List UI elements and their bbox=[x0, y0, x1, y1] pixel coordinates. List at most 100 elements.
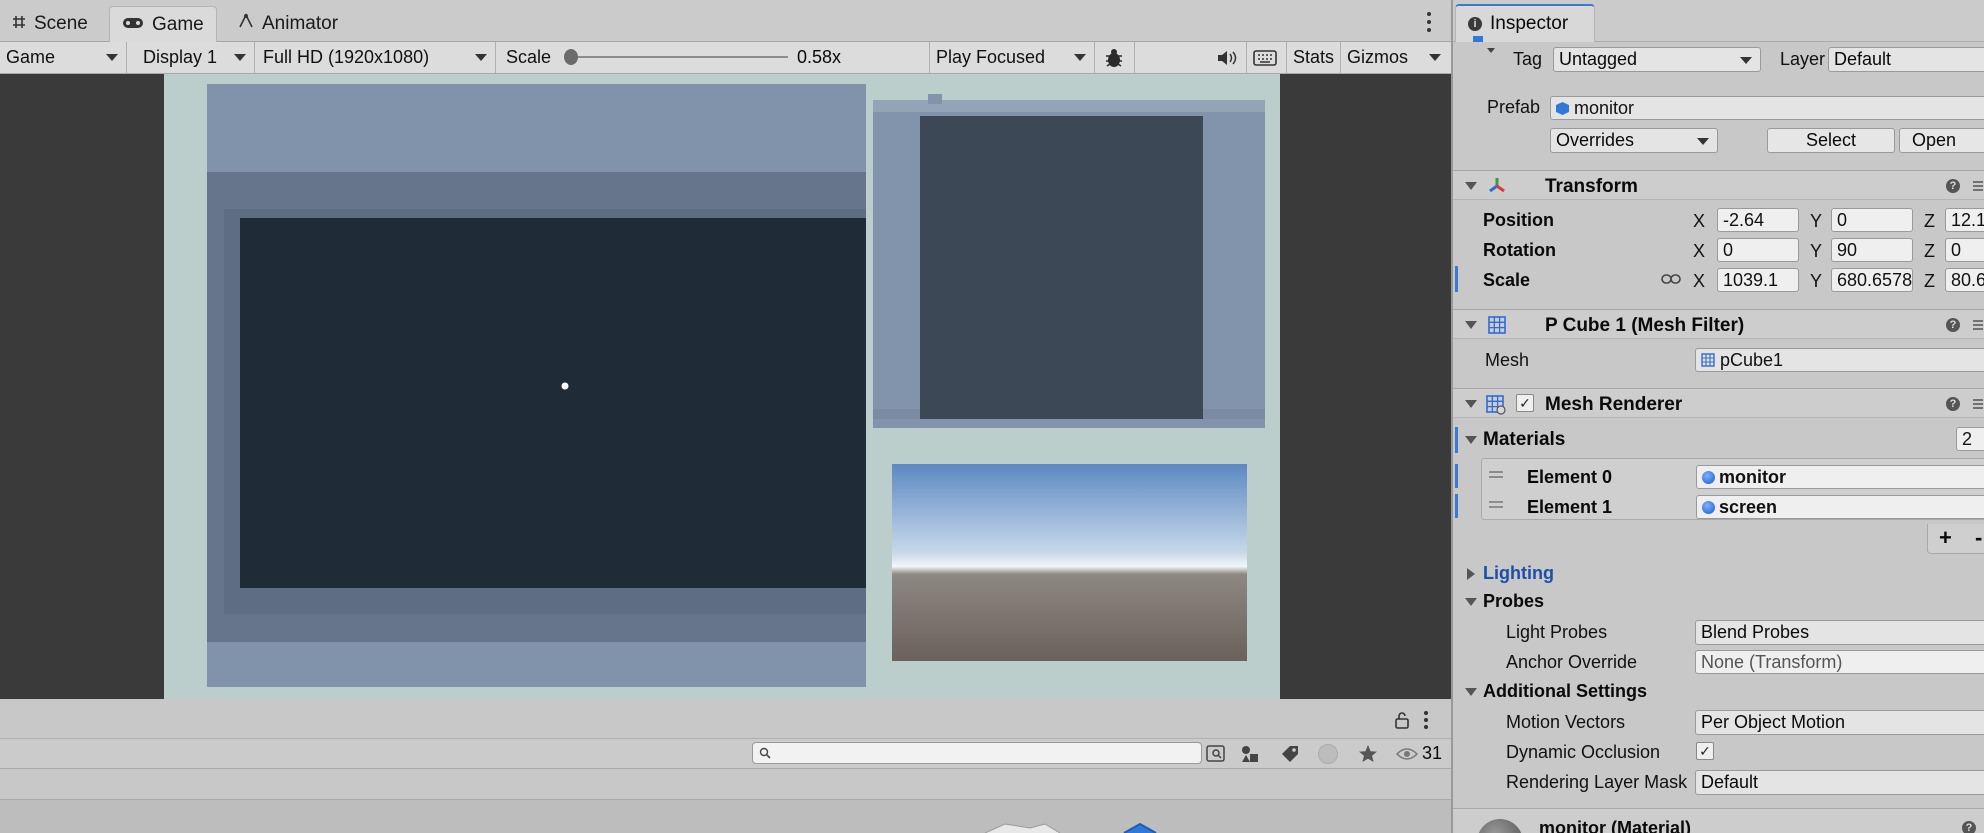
tag-dropdown[interactable]: Untagged bbox=[1553, 47, 1761, 72]
dynamic-occlusion-checkbox[interactable]: ✓ bbox=[1696, 742, 1714, 760]
resolution-dropdown[interactable]: Full HD (1920x1080) bbox=[255, 42, 496, 73]
anchor-override-field[interactable]: None (Transform) bbox=[1695, 650, 1984, 674]
filter-log-icon[interactable] bbox=[1318, 744, 1338, 764]
mesh-filter-title: P Cube 1 (Mesh Filter) bbox=[1545, 315, 1745, 336]
mesh-renderer-enabled-checkbox[interactable]: ✓ bbox=[1516, 394, 1534, 412]
preset-icon[interactable] bbox=[1971, 397, 1984, 411]
materials-count-field[interactable]: 2 bbox=[1956, 427, 1984, 451]
scale-slider-thumb[interactable] bbox=[564, 49, 578, 65]
light-probes-label: Light Probes bbox=[1506, 622, 1608, 642]
material-preview-header[interactable]: monitor (Material) ? bbox=[1453, 808, 1984, 833]
mesh-filter-header[interactable]: P Cube 1 (Mesh Filter) ? bbox=[1453, 309, 1984, 339]
axis-x-label[interactable]: X bbox=[1693, 211, 1705, 232]
axis-y-label[interactable]: Y bbox=[1810, 211, 1822, 232]
light-probes-dropdown[interactable]: Blend Probes bbox=[1695, 620, 1984, 645]
info-icon: i bbox=[1468, 17, 1482, 31]
probes-foldout[interactable]: Probes bbox=[1483, 591, 1544, 612]
axis-y-label[interactable]: Y bbox=[1810, 271, 1822, 292]
project-search-input[interactable] bbox=[752, 742, 1202, 764]
project-breadcrumb-row bbox=[0, 770, 1451, 800]
transform-axes-icon bbox=[1489, 178, 1505, 193]
fold-arrow-icon[interactable] bbox=[1465, 400, 1477, 408]
play-mode-dropdown[interactable]: Play Focused bbox=[930, 42, 1095, 73]
tab-scene[interactable]: Scene bbox=[0, 6, 100, 42]
mesh-field[interactable]: pCube1 bbox=[1695, 348, 1984, 372]
rotation-z-field[interactable]: 0 bbox=[1945, 238, 1984, 262]
bug-icon[interactable] bbox=[1095, 42, 1135, 73]
help-icon[interactable]: ? bbox=[1946, 318, 1960, 332]
audio-mute-icon[interactable] bbox=[1210, 42, 1247, 73]
link-icon[interactable] bbox=[1661, 272, 1681, 286]
fold-arrow-icon[interactable] bbox=[1465, 688, 1477, 696]
layer-dropdown[interactable]: Default bbox=[1828, 47, 1984, 72]
filter-by-label-icon[interactable] bbox=[1280, 744, 1300, 764]
fold-arrow-icon[interactable] bbox=[1465, 321, 1477, 329]
preset-icon[interactable] bbox=[1971, 318, 1984, 332]
fold-arrow-icon[interactable] bbox=[1465, 182, 1477, 190]
filter-by-type-icon[interactable] bbox=[1240, 744, 1260, 764]
help-icon[interactable]: ? bbox=[1946, 397, 1960, 411]
help-icon[interactable]: ? bbox=[1946, 179, 1960, 193]
scale-z-field[interactable]: 80.6 bbox=[1945, 268, 1984, 292]
modified-indicator bbox=[1455, 494, 1458, 518]
game-render-canvas[interactable] bbox=[164, 74, 1280, 699]
preset-icon[interactable] bbox=[1971, 179, 1984, 193]
transform-title: Transform bbox=[1545, 176, 1638, 197]
position-y-field[interactable]: 0 bbox=[1831, 208, 1913, 232]
overrides-dropdown[interactable]: Overrides bbox=[1550, 128, 1718, 153]
element-1-field[interactable]: screen bbox=[1696, 495, 1984, 519]
axis-z-label[interactable]: Z bbox=[1924, 271, 1935, 292]
axis-z-label[interactable]: Z bbox=[1924, 241, 1935, 262]
materials-label[interactable]: Materials bbox=[1483, 429, 1565, 451]
kebab-menu-icon[interactable] bbox=[1427, 12, 1433, 32]
lock-icon[interactable] bbox=[1394, 711, 1410, 729]
kebab-menu-icon[interactable] bbox=[1424, 711, 1430, 729]
scale-label: Scale bbox=[1483, 270, 1531, 290]
scale-y-field[interactable]: 680.6578 bbox=[1831, 268, 1913, 292]
mesh-label: Mesh bbox=[1485, 350, 1530, 370]
select-button[interactable]: Select bbox=[1767, 128, 1895, 153]
view-mode-dropdown[interactable]: Game bbox=[0, 42, 127, 73]
fold-arrow-icon[interactable] bbox=[1467, 568, 1475, 580]
additional-settings-foldout[interactable]: Additional Settings bbox=[1483, 681, 1647, 702]
fold-arrow-icon[interactable] bbox=[1465, 598, 1477, 606]
prefab-asset-field[interactable]: monitor bbox=[1550, 96, 1984, 120]
help-icon[interactable]: ? bbox=[1962, 821, 1976, 833]
axis-x-label[interactable]: X bbox=[1693, 241, 1705, 262]
rotation-x-field[interactable]: 0 bbox=[1717, 238, 1799, 262]
drag-handle-icon[interactable] bbox=[1489, 470, 1503, 480]
scale-slider-track[interactable] bbox=[566, 56, 788, 58]
motion-vectors-dropdown[interactable]: Per Object Motion bbox=[1695, 710, 1984, 735]
add-element-button[interactable]: + bbox=[1939, 525, 1952, 551]
position-z-field[interactable]: 12.16 bbox=[1945, 208, 1984, 232]
drag-handle-icon[interactable] bbox=[1489, 500, 1503, 510]
search-in-scene-icon[interactable] bbox=[1205, 743, 1227, 765]
element-0-field[interactable]: monitor bbox=[1696, 465, 1984, 489]
stats-button[interactable]: Stats bbox=[1287, 42, 1341, 73]
axis-y-label[interactable]: Y bbox=[1810, 241, 1822, 262]
favorite-star-icon[interactable] bbox=[1357, 743, 1379, 765]
display-dropdown[interactable]: Display 1 bbox=[127, 42, 255, 73]
fold-arrow-icon[interactable] bbox=[1465, 436, 1477, 444]
mesh-renderer-header[interactable]: ✓ Mesh Renderer ? bbox=[1453, 388, 1984, 418]
axis-z-label[interactable]: Z bbox=[1924, 211, 1935, 232]
prefab-cube-icon[interactable] bbox=[1471, 36, 1501, 56]
axis-x-label[interactable]: X bbox=[1693, 271, 1705, 292]
open-button[interactable]: Open bbox=[1899, 128, 1984, 153]
game-viewport[interactable] bbox=[0, 74, 1451, 699]
remove-element-button[interactable]: - bbox=[1975, 525, 1982, 551]
rendering-layer-mask-dropdown[interactable]: Default bbox=[1695, 770, 1984, 795]
prefab-thumbnail-icon[interactable] bbox=[1120, 812, 1160, 833]
keyboard-icon[interactable] bbox=[1247, 42, 1287, 73]
transform-header[interactable]: Transform ? bbox=[1453, 170, 1984, 200]
visibility-counter[interactable]: 31 bbox=[1396, 743, 1442, 764]
position-x-field[interactable]: -2.64 bbox=[1717, 208, 1799, 232]
gizmos-dropdown[interactable]: Gizmos bbox=[1341, 42, 1451, 73]
lighting-foldout[interactable]: Lighting bbox=[1483, 563, 1554, 584]
asset-thumbnail-icon[interactable] bbox=[985, 812, 1075, 833]
tab-animator[interactable]: Animator bbox=[226, 6, 350, 42]
rotation-y-field[interactable]: 90 bbox=[1831, 238, 1913, 262]
scale-x-field[interactable]: 1039.1 bbox=[1717, 268, 1799, 292]
tab-game[interactable]: Game bbox=[109, 6, 217, 42]
